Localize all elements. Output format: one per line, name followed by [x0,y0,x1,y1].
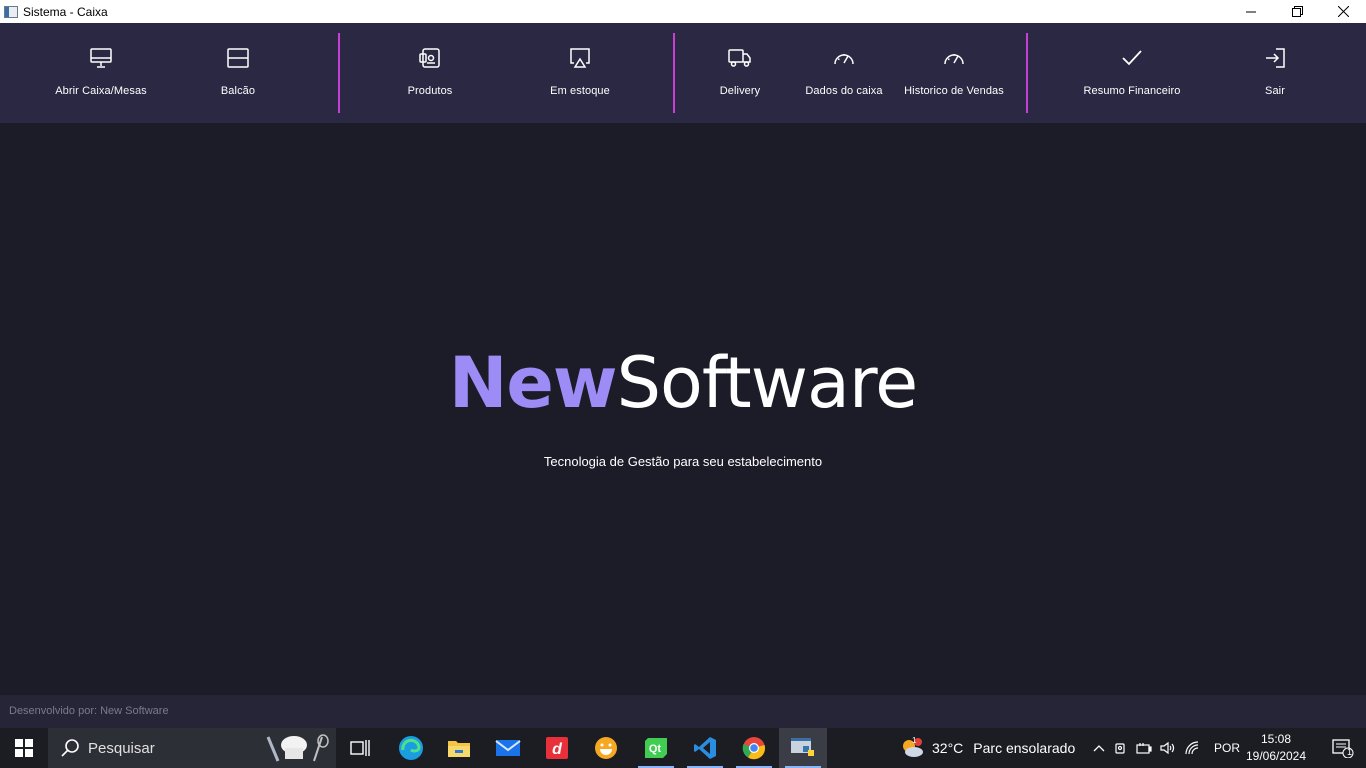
toolbar-label: Produtos [407,85,453,97]
edge-icon [399,736,423,760]
products-icon [417,45,443,71]
search-placeholder: Pesquisar [88,739,155,757]
chevron-up-icon[interactable] [1090,744,1108,752]
clock-time: 15:08 [1260,732,1292,746]
taskbar-edge[interactable] [387,728,435,768]
app-d-icon: d [546,737,568,759]
toolbar-delivery[interactable]: Delivery [690,23,790,123]
toolbar-historico-vendas[interactable]: Historico de Vendas [899,23,1009,123]
close-icon [1337,6,1349,17]
weather-badge: 1 [912,736,917,745]
toolbar-label: Delivery [719,85,761,97]
taskbar-app-smile[interactable] [582,728,630,768]
toolbar-label: Historico de Vendas [904,85,1004,97]
toolbar-label: Balcão [220,85,256,97]
minimize-button[interactable] [1228,0,1274,23]
notification-center-button[interactable]: 1 [1320,728,1366,768]
wifi-icon[interactable] [1180,741,1206,755]
weather-widget[interactable]: 1 32°C Parc ensolarado [900,728,1075,768]
monitor-icon [88,45,114,71]
app-icon [4,5,18,18]
svg-text:d: d [552,741,563,758]
clock[interactable]: 15:08 19/06/2024 [1244,731,1308,765]
taskbar-app-d[interactable]: d [533,728,581,768]
vscode-icon [694,737,716,759]
tagline: Tecnologia de Gestão para seu estabeleci… [543,454,823,469]
taskbar: Pesquisar d Qt 1 32°C Parc ensolarado PO… [0,728,1366,768]
toolbar-produtos[interactable]: Produtos [380,23,480,123]
truck-icon [727,45,753,71]
brand-part-new: New [448,342,618,424]
start-button[interactable] [0,728,48,768]
qt-icon: Qt [645,738,667,758]
title-bar: Sistema - Caixa [0,0,1366,23]
footer: Desenvolvido por: New Software [0,695,1366,728]
close-button[interactable] [1320,0,1366,23]
main-toolbar: Abrir Caixa/Mesas Balcão Produtos Em est… [0,23,1366,123]
taskbar-python-app[interactable] [779,728,827,768]
task-view-icon [350,740,370,756]
minimize-icon [1246,11,1256,12]
toolbar-balcao[interactable]: Balcão [188,23,288,123]
brand-part-software: Software [616,342,919,424]
gauge-icon [941,45,967,71]
language-indicator[interactable]: POR [1214,741,1240,755]
taskbar-file-explorer[interactable] [435,728,483,768]
toolbar-separator [673,33,675,113]
window-controls [1228,0,1366,23]
restore-button[interactable] [1274,0,1320,23]
toolbar-dados-caixa[interactable]: Dados do caixa [794,23,894,123]
toolbar-label: Resumo Financeiro [1083,85,1181,97]
smile-icon [595,737,617,759]
toolbar-separator [338,33,340,113]
folder-icon [448,741,470,757]
meet-now-icon[interactable] [1108,741,1132,755]
brand-logo: NewSoftware [0,343,1366,423]
weather-temp: 32°C [932,740,964,756]
gauge-icon [831,45,857,71]
taskbar-mail[interactable] [484,728,532,768]
mail-icon [495,740,521,756]
footer-credit: Desenvolvido por: New Software [9,705,169,717]
check-icon [1119,45,1145,71]
restore-icon [1291,6,1303,17]
taskbar-chrome[interactable] [730,728,778,768]
chrome-icon [742,737,766,760]
taskbar-qt-creator[interactable]: Qt [632,728,680,768]
taskbar-search[interactable]: Pesquisar [48,728,336,768]
svg-text:Qt: Qt [649,743,662,755]
search-highlight-icon [266,734,329,762]
search-icon [61,739,79,757]
toolbar-em-estoque[interactable]: Em estoque [530,23,630,123]
toolbar-resumo-financeiro[interactable]: Resumo Financeiro [1077,23,1187,123]
toolbar-label: Em estoque [550,85,610,97]
exit-icon [1262,45,1288,71]
task-view-button[interactable] [336,728,384,768]
toolbar-abrir-caixa[interactable]: Abrir Caixa/Mesas [51,23,151,123]
system-tray: POR [1090,728,1240,768]
toolbar-label: Abrir Caixa/Mesas [55,85,147,97]
toolbar-label: Sair [1265,85,1285,97]
toolbar-label: Dados do caixa [805,85,883,97]
python-app-icon [791,738,814,756]
notification-count: 1 [1347,747,1353,757]
stock-icon [567,45,593,71]
volume-icon[interactable] [1156,741,1180,755]
main-content: NewSoftware Tecnologia de Gestão para se… [0,123,1366,695]
clock-date: 19/06/2024 [1245,749,1307,763]
battery-icon[interactable] [1132,742,1156,754]
toolbar-sair[interactable]: Sair [1235,23,1315,123]
window-title: Sistema - Caixa [23,4,108,19]
counter-icon [225,45,251,71]
toolbar-separator [1026,33,1028,113]
taskbar-vscode[interactable] [681,728,729,768]
weather-desc: Parc ensolarado [973,740,1076,756]
windows-icon [15,739,33,757]
